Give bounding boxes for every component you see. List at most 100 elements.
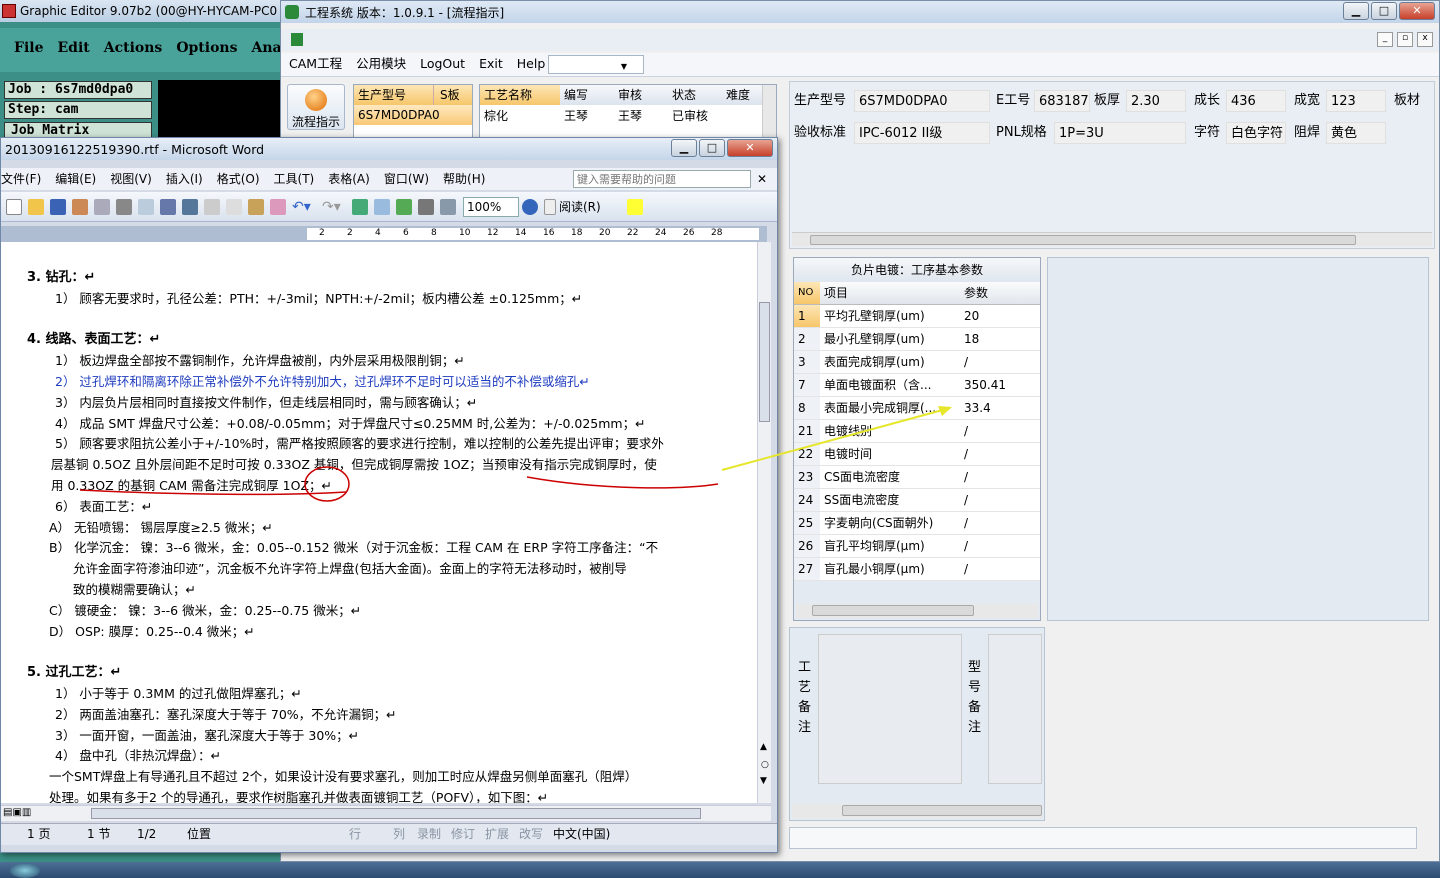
- process-remark-box[interactable]: [818, 634, 962, 784]
- table-icon[interactable]: [374, 198, 390, 215]
- param-row[interactable]: 23 CS面电流密度 /: [794, 466, 1040, 489]
- remarks-hscroll[interactable]: [792, 804, 1042, 818]
- proc-header-name[interactable]: 工艺名称: [480, 85, 560, 105]
- doc-hscrollbar[interactable]: ▤▣▥: [1, 805, 771, 821]
- word-maximize-button[interactable]: □: [699, 139, 725, 157]
- info-mask-field[interactable]: 黄色: [1326, 122, 1386, 144]
- spelling-icon[interactable]: [160, 198, 176, 215]
- start-orb-icon[interactable]: [10, 863, 40, 878]
- ge-canvas[interactable]: [158, 80, 282, 140]
- new-doc-icon[interactable]: [6, 198, 22, 215]
- info-length-field[interactable]: 436: [1226, 90, 1286, 112]
- param-row[interactable]: 26 盲孔平均铜厚(μm) /: [794, 535, 1040, 558]
- proc-header-difficulty[interactable]: 难度: [722, 85, 762, 105]
- param-row[interactable]: 27 盲孔最小铜厚(μm) /: [794, 558, 1040, 581]
- param-row[interactable]: 3 表面完成铜厚(um) /: [794, 351, 1040, 374]
- mdi-restore-icon[interactable]: ▫: [1397, 32, 1413, 47]
- menu-exit[interactable]: Exit: [479, 56, 503, 71]
- ruler[interactable]: 2 2 4 6 8 10 12 14 16 18 20 22 24 26 28: [1, 226, 767, 242]
- word-close-button[interactable]: ✕: [727, 139, 773, 157]
- ge-menu-edit[interactable]: Edit: [57, 40, 89, 56]
- word-menu-insert[interactable]: 插入(I): [166, 172, 203, 186]
- word-minimize-button[interactable]: ▁: [671, 139, 697, 157]
- param-row[interactable]: 2 最小孔壁铜厚(um) 18: [794, 328, 1040, 351]
- word-menu-edit[interactable]: 编辑(E): [55, 172, 96, 186]
- param-row[interactable]: 22 电镀时间 /: [794, 443, 1040, 466]
- redo-icon[interactable]: ↷▾: [322, 199, 346, 215]
- hyperlink-icon[interactable]: [352, 198, 368, 215]
- proc-scrollbar[interactable]: [762, 85, 776, 138]
- grid-scroll-thumb[interactable]: [812, 605, 974, 616]
- word-titlebar[interactable]: 20130916122519390.rtf - Microsoft Word ▁…: [1, 138, 777, 160]
- help-icon[interactable]: [522, 198, 538, 215]
- document-page[interactable]: 3. 钻孔：↵ 1） 顾客无要求时，孔径公差：PTH：+/-3mil；NPTH:+…: [1, 242, 757, 803]
- read-button[interactable]: 阅读(R): [559, 198, 601, 215]
- doc-vscrollbar[interactable]: ▲ ○ ▼: [757, 242, 771, 803]
- ge-menu-file[interactable]: File: [14, 40, 43, 56]
- proc-header-author[interactable]: 编写: [560, 85, 614, 105]
- mdi-close-icon[interactable]: x: [1417, 32, 1433, 47]
- info-pnl-field[interactable]: 1P=3U: [1054, 122, 1186, 144]
- info-model-field[interactable]: 6S7MD0DPA0: [854, 90, 990, 112]
- view-mode-icons[interactable]: ▤▣▥: [3, 807, 31, 818]
- zoom-select[interactable]: 100%: [463, 196, 519, 217]
- param-row[interactable]: 24 SS面电流密度 /: [794, 489, 1040, 512]
- save-icon[interactable]: [50, 198, 66, 215]
- word-menu-window[interactable]: 窗口(W): [384, 172, 429, 186]
- model-remark-box[interactable]: [988, 634, 1042, 784]
- menu-cam[interactable]: CAM工程: [289, 56, 342, 71]
- undo-icon[interactable]: ↶▾: [292, 199, 316, 215]
- info-standard-field[interactable]: IPC-6012 II级: [854, 122, 990, 144]
- doc-scroll-thumb[interactable]: [759, 302, 770, 422]
- maximize-button[interactable]: □: [1371, 2, 1397, 20]
- info-hscrollbar[interactable]: [792, 232, 1432, 246]
- close-button[interactable]: ✕: [1399, 2, 1435, 20]
- param-grid-hscroll[interactable]: [796, 604, 1038, 618]
- info-scroll-thumb[interactable]: [810, 235, 1356, 245]
- proc-header-review[interactable]: 审核: [614, 85, 668, 105]
- info-thickness-field[interactable]: 2.30: [1126, 90, 1186, 112]
- graphic-editor-titlebar[interactable]: Graphic Editor 9.07b2 (00@HY-HYCAM-PC0: [0, 0, 282, 22]
- process-list[interactable]: 工艺名称 编写 审核 状态 难度 棕化 王琴 王琴 已审核: [479, 84, 777, 139]
- email-icon[interactable]: [94, 198, 110, 215]
- research-icon[interactable]: [182, 198, 198, 215]
- browse-object-icon[interactable]: ○: [761, 760, 769, 770]
- print-icon[interactable]: [116, 198, 132, 215]
- info-char-field[interactable]: 白色字符: [1226, 122, 1286, 144]
- format-painter-icon[interactable]: [270, 198, 286, 215]
- columns-icon[interactable]: [418, 198, 434, 215]
- eng-combo[interactable]: ▼: [548, 55, 644, 74]
- docmap-icon[interactable]: [440, 198, 456, 215]
- highlight-icon[interactable]: [626, 198, 643, 215]
- proc-header-status[interactable]: 状态: [668, 85, 722, 105]
- proc-row[interactable]: 棕化 王琴 王琴 已审核: [480, 105, 776, 127]
- col-item[interactable]: 项目: [824, 282, 848, 304]
- col-param[interactable]: 参数: [964, 282, 988, 304]
- cut-icon[interactable]: [204, 198, 220, 215]
- eng-titlebar[interactable]: 工程系统 版本：1.0.9.1 - [流程指示] ▁ □ ✕: [281, 1, 1439, 23]
- next-page-icon[interactable]: ▼: [760, 776, 767, 786]
- model-list[interactable]: 生产型号 S板 6S7MD0DPA0: [353, 84, 473, 139]
- word-menu-view[interactable]: 视图(V): [110, 172, 152, 186]
- word-menu-file[interactable]: 文件(F): [1, 172, 41, 186]
- help-close-icon[interactable]: ✕: [757, 168, 767, 190]
- help-search-input[interactable]: [573, 170, 751, 188]
- flow-button[interactable]: 流程指示: [287, 84, 345, 130]
- copy-icon[interactable]: [226, 198, 242, 215]
- minimize-button[interactable]: ▁: [1343, 2, 1369, 20]
- job-matrix-button[interactable]: Job Matrix: [4, 122, 152, 138]
- param-row[interactable]: 21 电镀线别 /: [794, 420, 1040, 443]
- mdi-minimize-icon[interactable]: _: [1377, 32, 1393, 47]
- excel-icon[interactable]: [396, 198, 412, 215]
- model-col-header[interactable]: 生产型号: [354, 85, 434, 105]
- open-icon[interactable]: [28, 198, 44, 215]
- doc-hscroll-thumb[interactable]: [91, 808, 701, 819]
- word-menu-help[interactable]: 帮助(H): [443, 172, 485, 186]
- menu-logout[interactable]: LogOut: [420, 56, 465, 71]
- ge-menu-actions[interactable]: Actions: [104, 40, 163, 56]
- param-row[interactable]: 7 单面电镀面积（含... 350.41: [794, 374, 1040, 397]
- menu-help[interactable]: Help: [517, 56, 546, 71]
- param-grid[interactable]: 负片电镀：工序基本参数 NO 项目 参数 1 平均孔壁铜厚(um) 20 2 最小孔壁铜…: [793, 257, 1041, 621]
- preview-icon[interactable]: [138, 198, 154, 215]
- paste-icon[interactable]: [248, 198, 264, 215]
